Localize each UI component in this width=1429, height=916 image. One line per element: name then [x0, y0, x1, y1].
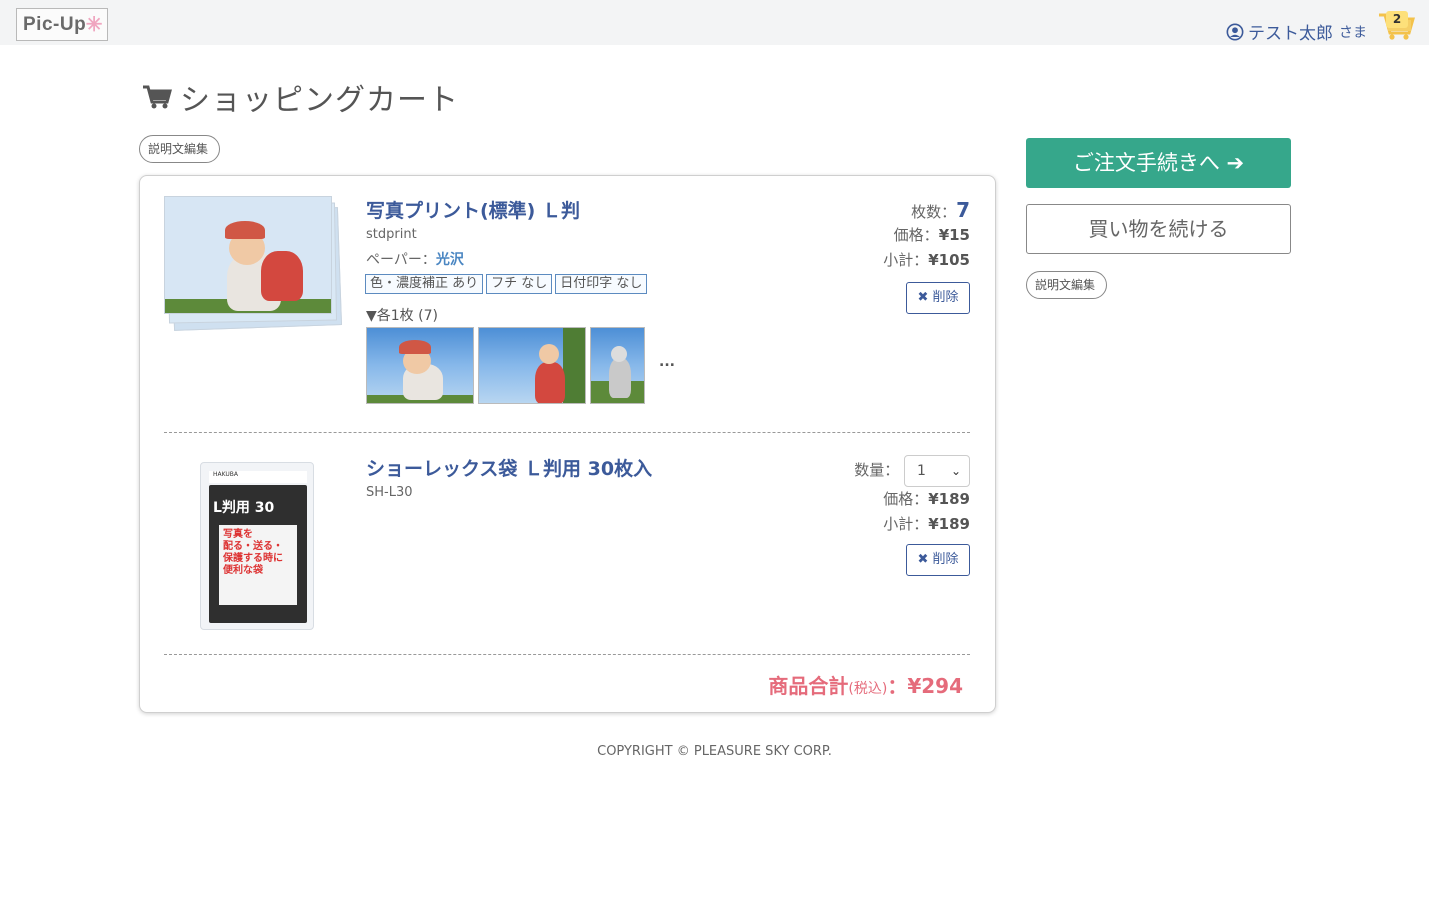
page-title-text: ショッピングカート — [180, 83, 459, 118]
close-icon: ✖ — [917, 290, 929, 305]
paper-type: ペーパー：光沢 — [366, 249, 464, 269]
cart-count-badge: 2 — [1386, 11, 1408, 28]
item-code: stdprint — [366, 227, 417, 242]
subtotal-value: ¥105 — [928, 251, 970, 269]
user-menu[interactable]: テスト太郎 さま — [1226, 19, 1367, 44]
logo-text: Pic-Up — [23, 14, 87, 35]
price-value: ¥15 — [938, 226, 970, 244]
description-edit-button[interactable]: 説明文編集 — [139, 135, 220, 163]
user-circle-icon — [1226, 23, 1244, 40]
total-colon: ： — [887, 674, 908, 698]
photo-thumbnail[interactable] — [366, 327, 474, 404]
subtotal-label: 小計： — [883, 515, 929, 533]
item-price-block: 枚数：7 価格：¥15 小計：¥105 — [883, 198, 970, 273]
logo-star-icon: ✳ — [85, 14, 103, 36]
delete-button[interactable]: ✖ 削除 — [906, 282, 970, 314]
option-tag: 色・濃度補正 あり — [365, 274, 484, 294]
item-name[interactable]: 写真プリント(標準) Ｌ判 — [366, 196, 580, 223]
item-divider — [164, 432, 970, 433]
close-icon: ✖ — [917, 552, 929, 567]
price-label: 価格： — [883, 490, 929, 508]
delete-button[interactable]: ✖ 削除 — [906, 544, 970, 576]
subtotal-value: ¥189 — [928, 515, 970, 533]
qty-value: 7 — [956, 198, 970, 222]
checkout-button[interactable]: ご注文手続きへ ➔ — [1026, 138, 1291, 188]
subtotal-label: 小計： — [883, 251, 929, 269]
cart-total: 商品合計(税込)：¥294 — [768, 670, 963, 699]
photo-thumbnails: ... — [366, 327, 675, 404]
photo-thumbnail[interactable] — [590, 327, 645, 404]
user-name: テスト太郎 — [1248, 24, 1333, 44]
continue-shopping-button[interactable]: 買い物を続ける — [1026, 204, 1291, 254]
checkout-label: ご注文手続きへ — [1072, 151, 1220, 175]
top-bar: Pic-Up ✳ テスト太郎 さま 2 — [0, 0, 1429, 45]
paper-label: ペーパー： — [366, 252, 436, 268]
site-logo[interactable]: Pic-Up ✳ — [16, 8, 108, 41]
item-name[interactable]: ショーレックス袋 Ｌ判用 30枚入 — [366, 454, 652, 481]
price-label: 価格： — [893, 226, 939, 244]
user-suffix: さま — [1339, 24, 1367, 41]
pouch-product-image: HAKUBA L判用 30 写真を 配る・送る・ 保護する時に 便利な袋 — [200, 462, 314, 630]
arrow-right-icon: ➔ — [1226, 151, 1245, 175]
option-tag: 日付印字 なし — [555, 274, 648, 294]
photo-print-image — [164, 194, 343, 334]
qty-label: 数量： — [854, 461, 900, 479]
footer-copyright: COPYRIGHT © PLEASURE SKY CORP. — [597, 744, 832, 759]
qty-label: 枚数： — [911, 203, 957, 221]
total-label: 商品合計 — [768, 674, 849, 698]
more-thumbnails: ... — [659, 354, 675, 370]
cart-panel: 写真プリント(標準) Ｌ判 stdprint ペーパー：光沢 色・濃度補正 あり… — [139, 175, 996, 713]
delete-label: 削除 — [932, 552, 959, 567]
item-price-block: 数量： 1 ⌄ 価格：¥189 小計：¥189 — [854, 454, 970, 537]
item-code: SH-L30 — [366, 485, 413, 500]
each-count-toggle[interactable]: ▼各1枚 (7) — [366, 305, 438, 325]
quantity-select-value: 1 — [917, 462, 926, 479]
price-value: ¥189 — [928, 490, 970, 508]
photo-thumbnail[interactable] — [478, 327, 586, 404]
paper-value: 光沢 — [435, 252, 464, 268]
tax-note: (税込) — [848, 681, 888, 697]
option-tags: 色・濃度補正 あり フチ なし 日付印字 なし — [365, 274, 648, 294]
delete-label: 削除 — [932, 290, 959, 305]
total-divider — [164, 654, 970, 655]
page-title: ショッピングカート — [142, 75, 459, 119]
quantity-select[interactable]: 1 ⌄ — [904, 454, 970, 487]
shopping-cart-icon — [143, 85, 172, 109]
option-tag: フチ なし — [486, 274, 553, 294]
chevron-down-icon: ⌄ — [950, 463, 961, 478]
description-edit-button[interactable]: 説明文編集 — [1026, 271, 1107, 299]
total-value: ¥294 — [907, 674, 963, 698]
